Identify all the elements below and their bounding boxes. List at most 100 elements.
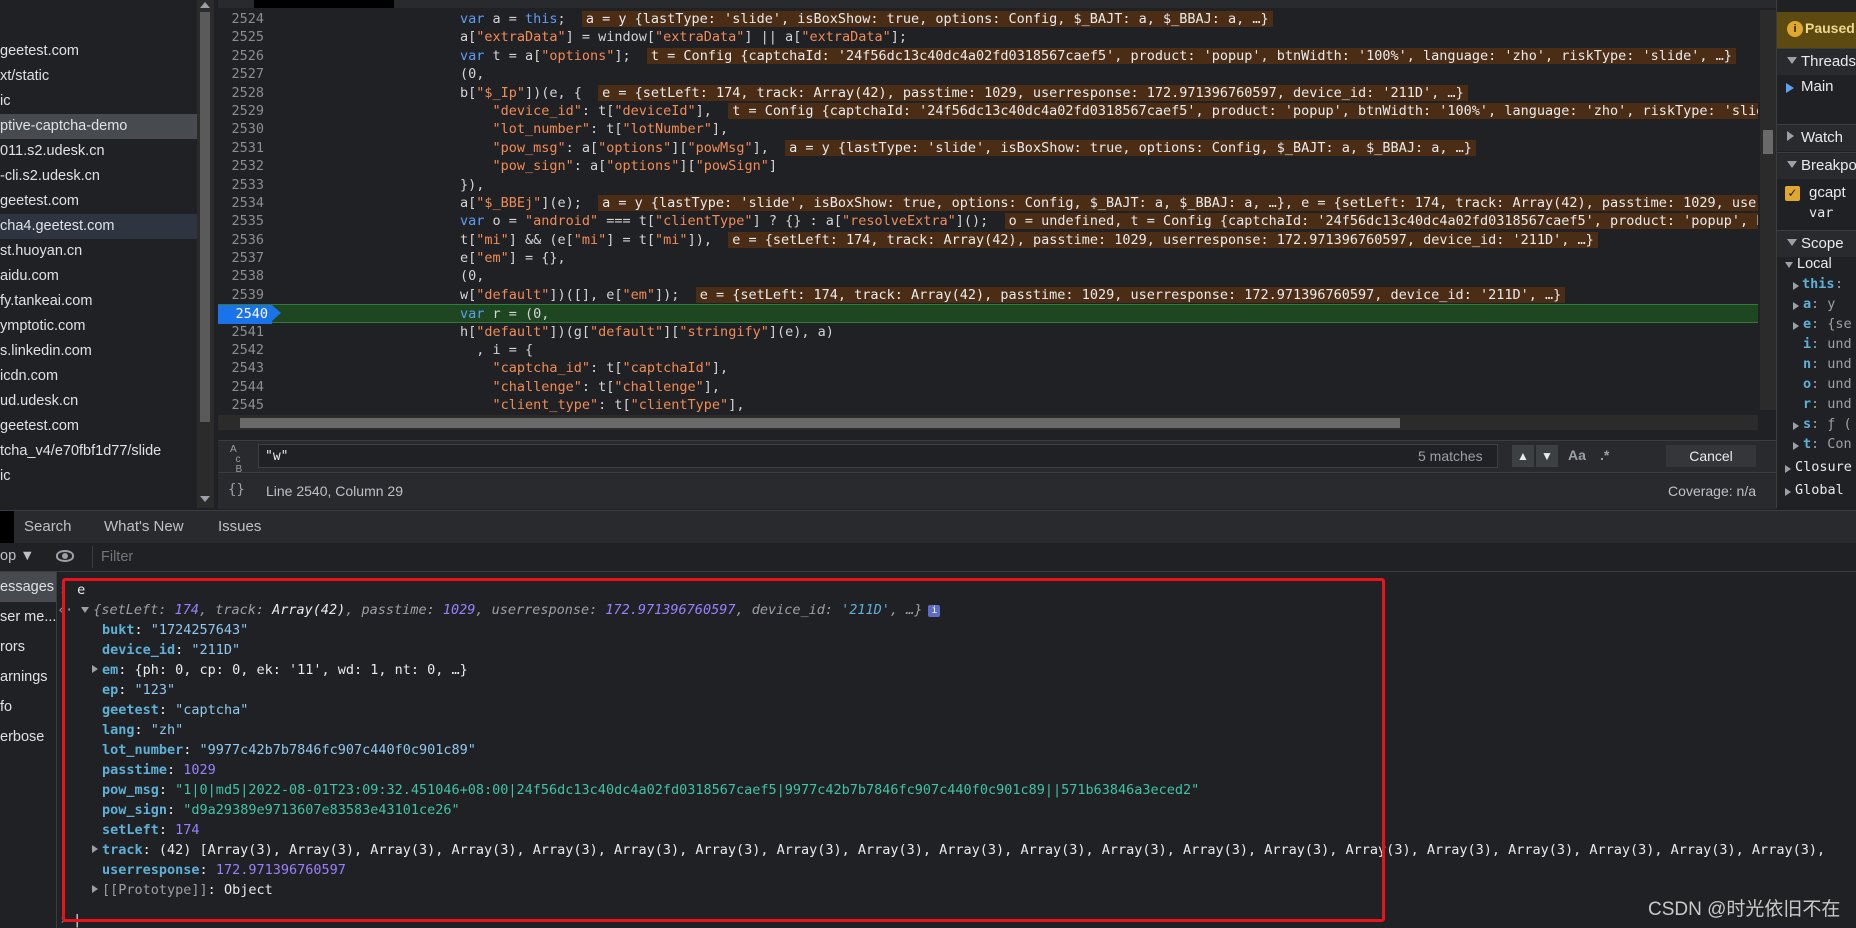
code-line[interactable]: 2532 "pow_sign": a["options"]["powSign"]: [218, 157, 1758, 175]
console-output[interactable]: › e ‹· {setLeft: 174, track: Array(42), pas…: [57, 572, 1856, 928]
case-toggle-icon[interactable]: A c B: [230, 445, 242, 475]
scope-variable[interactable]: this:: [1777, 276, 1856, 296]
breakpoints-section[interactable]: Breakpo: [1777, 152, 1856, 179]
code-line[interactable]: 2533 }),: [218, 176, 1758, 194]
expand-arrow-icon[interactable]: [1793, 302, 1799, 310]
code-line[interactable]: 2524 var a = this; a = y {lastType: 'sli…: [218, 10, 1758, 28]
scope-variable[interactable]: n: und: [1777, 356, 1856, 376]
scope-closure[interactable]: Closure: [1777, 459, 1856, 479]
file-tree-item[interactable]: ud.udesk.cn: [0, 389, 197, 414]
expanded-icon[interactable]: [81, 607, 90, 613]
file-tree-item[interactable]: st.huoyan.cn: [0, 239, 197, 264]
expand-arrow-icon[interactable]: [1793, 322, 1799, 330]
code-line[interactable]: 2527 (0,: [218, 65, 1758, 83]
line-number[interactable]: 2535: [218, 212, 264, 230]
scroll-up-arrow-icon[interactable]: [200, 2, 210, 8]
editor-horizontal-scrollbar[interactable]: [218, 415, 1758, 430]
info-icon[interactable]: i: [928, 605, 941, 617]
tab-issues[interactable]: Issues: [218, 518, 261, 535]
object-property[interactable]: em: {ph: 0, cp: 0, ek: '11', wd: 1, nt: …: [92, 660, 468, 680]
code-editor[interactable]: 2524 var a = this; a = y {lastType: 'sli…: [218, 0, 1776, 430]
code-line[interactable]: 2540 var r = (0,: [218, 304, 1758, 324]
console-prompt[interactable]: › |: [57, 910, 81, 928]
context-selector[interactable]: op ▼: [0, 548, 35, 564]
scrollbar-thumb[interactable]: [240, 418, 1400, 428]
line-number[interactable]: 2532: [218, 157, 264, 175]
file-tree-item[interactable]: s.linkedin.com: [0, 339, 197, 364]
line-number[interactable]: 2531: [218, 139, 264, 157]
watch-section[interactable]: Watch: [1777, 124, 1856, 151]
line-number[interactable]: 2544: [218, 378, 264, 396]
scope-variable[interactable]: o: und: [1777, 376, 1856, 396]
expand-arrow-icon[interactable]: [92, 845, 98, 853]
scope-global[interactable]: Global: [1777, 482, 1856, 502]
line-number[interactable]: 2528: [218, 84, 264, 102]
code-line[interactable]: 2539 w["default"])([], e["em"]); e = {se…: [218, 286, 1758, 304]
tab-whats-new[interactable]: What's New: [104, 518, 184, 535]
thread-main[interactable]: Main: [1777, 78, 1856, 98]
console-sidebar-item[interactable]: erbose: [0, 722, 56, 752]
scroll-down-arrow-icon[interactable]: [200, 496, 210, 502]
code-line[interactable]: 2528 b["$_Ip"])(e, { e = {setLeft: 174, …: [218, 84, 1758, 102]
code-line[interactable]: 2542 , i = {: [218, 341, 1758, 359]
file-tree-item[interactable]: -cli.s2.udesk.cn: [0, 164, 197, 189]
live-expression-eye-icon[interactable]: [56, 550, 74, 562]
line-number[interactable]: 2545: [218, 396, 264, 414]
line-number[interactable]: 2542: [218, 341, 264, 359]
line-number[interactable]: 2540: [218, 305, 281, 324]
scope-variable[interactable]: i: und: [1777, 336, 1856, 356]
breakpoint-item[interactable]: ✓ gcapt: [1777, 184, 1856, 204]
match-case-button[interactable]: Aa: [1568, 447, 1586, 463]
line-number[interactable]: 2524: [218, 10, 264, 28]
line-number[interactable]: 2527: [218, 65, 264, 83]
drawer-menu-icon[interactable]: [0, 511, 14, 543]
code-line[interactable]: 2538 (0,: [218, 267, 1758, 285]
file-tree-item[interactable]: xt/static: [0, 64, 197, 89]
scope-variable[interactable]: s: ƒ (: [1777, 416, 1856, 436]
line-number[interactable]: 2543: [218, 359, 264, 377]
code-line[interactable]: 2543 "captcha_id": t["captchaId"],: [218, 359, 1758, 377]
file-tree-item[interactable]: ic: [0, 89, 197, 114]
scope-variable[interactable]: e: {se: [1777, 316, 1856, 336]
console-sidebar-item[interactable]: arnings: [0, 662, 56, 692]
expand-arrow-icon[interactable]: [1793, 282, 1799, 290]
line-number[interactable]: 2530: [218, 120, 264, 138]
code-line[interactable]: 2537 e["em"] = {},: [218, 249, 1758, 267]
tab-search[interactable]: Search: [24, 518, 72, 535]
line-number[interactable]: 2534: [218, 194, 264, 212]
console-sidebar-item[interactable]: fo: [0, 692, 56, 722]
line-number[interactable]: 2537: [218, 249, 264, 267]
scope-section[interactable]: Scope: [1777, 230, 1856, 257]
line-number[interactable]: 2529: [218, 102, 264, 120]
previous-match-button[interactable]: ▲: [1512, 445, 1534, 467]
expand-arrow-icon[interactable]: [1793, 442, 1799, 450]
cancel-button[interactable]: Cancel: [1666, 445, 1756, 467]
code-line[interactable]: 2545 "client_type": t["clientType"],: [218, 396, 1758, 414]
line-number[interactable]: 2541: [218, 323, 264, 341]
object-property[interactable]: [[Prototype]]: Object: [92, 880, 273, 900]
code-line[interactable]: 2534 a["$_BBEj"](e); a = y {lastType: 's…: [218, 194, 1758, 212]
pretty-print-button[interactable]: {}: [228, 482, 245, 498]
console-filter-input[interactable]: [92, 546, 1852, 568]
regex-button[interactable]: .*: [1600, 447, 1609, 463]
console-sidebar-item[interactable]: ser me...: [0, 602, 56, 632]
scope-variable[interactable]: r: und: [1777, 396, 1856, 416]
code-line[interactable]: 2544 "challenge": t["challenge"],: [218, 378, 1758, 396]
file-tree-item[interactable]: tcha_v4/e70fbf1d77/slide: [0, 439, 197, 464]
code-line[interactable]: 2529 "device_id": t["deviceId"], t = Con…: [218, 102, 1758, 120]
threads-section[interactable]: Threads: [1777, 48, 1856, 75]
line-number[interactable]: 2538: [218, 267, 264, 285]
scrollbar-thumb[interactable]: [1763, 130, 1773, 154]
code-line[interactable]: 2530 "lot_number": t["lotNumber"],: [218, 120, 1758, 138]
console-sidebar-item[interactable]: rors: [0, 632, 56, 662]
file-tree-item[interactable]: fy.tankeai.com: [0, 289, 197, 314]
line-number[interactable]: 2533: [218, 176, 264, 194]
scope-local[interactable]: Local: [1777, 256, 1856, 276]
expand-arrow-icon[interactable]: [1793, 422, 1799, 430]
checkbox-checked-icon[interactable]: ✓: [1785, 186, 1800, 201]
code-line[interactable]: 2531 "pow_msg": a["options"]["powMsg"], …: [218, 139, 1758, 157]
file-tree-item[interactable]: geetest.com: [0, 39, 197, 64]
object-property[interactable]: track: (42) [Array(3), Array(3), Array(3…: [92, 840, 1825, 860]
file-tree-item[interactable]: ymptotic.com: [0, 314, 197, 339]
line-number[interactable]: 2526: [218, 47, 264, 65]
